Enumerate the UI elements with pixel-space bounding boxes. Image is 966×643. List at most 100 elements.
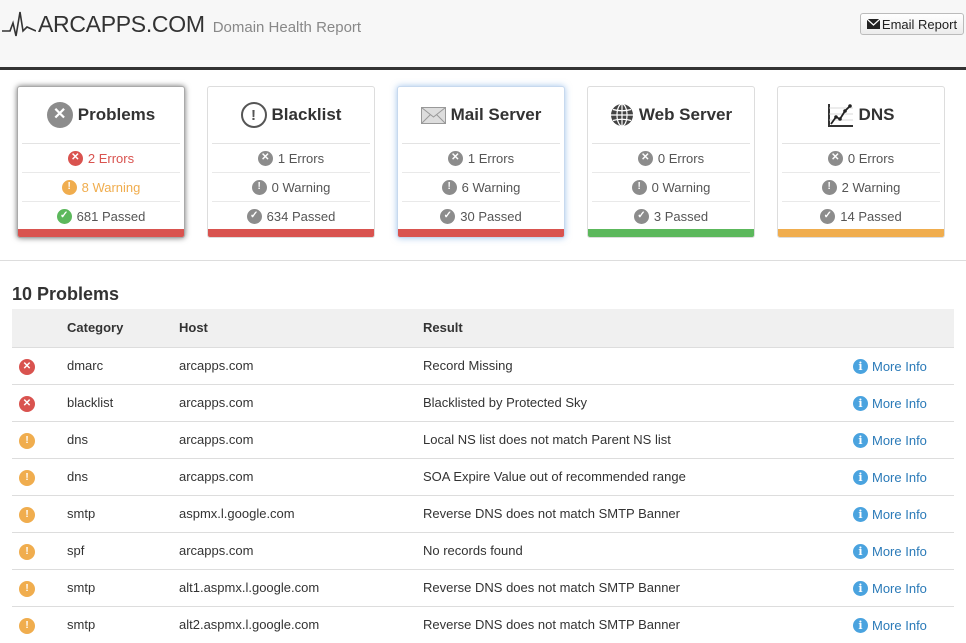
result-cell: Reverse DNS does not match SMTP Banner <box>423 568 853 606</box>
result-cell: No records found <box>423 531 853 569</box>
stat-passed: ✓ 14 Passed <box>782 202 940 231</box>
stat-passed-label: 14 Passed <box>840 208 902 224</box>
exclamation-circle-icon: ! <box>240 102 267 128</box>
host-cell: arcapps.com <box>179 346 423 384</box>
card-blacklist[interactable]: ! Blacklist ✕ 1 Errors ! 0 Warning ✓ 634… <box>207 86 375 238</box>
globe-icon <box>610 103 633 127</box>
action-cell: i More Info <box>853 605 954 643</box>
more-info-link[interactable]: i More Info <box>853 432 927 448</box>
table-row: ✕ blacklist arcapps.com Blacklisted by Prot… <box>12 383 954 421</box>
card-title: ✕ Problems <box>22 87 180 144</box>
host-cell: alt1.aspmx.l.google.com <box>179 568 423 606</box>
column-header-actions <box>853 309 954 347</box>
exclamation-circle-icon: ! <box>821 179 837 195</box>
stat-passed-label: 30 Passed <box>460 208 522 224</box>
result-cell: Record Missing <box>423 346 853 384</box>
result-cell: Local NS list does not match Parent NS l… <box>423 420 853 458</box>
envelope-icon <box>866 19 880 29</box>
card-web-server[interactable]: Web Server ✕ 0 Errors ! 0 Warning ✓ 3 Pa… <box>587 86 755 238</box>
table-row: ✕ dmarc arcapps.com Record Missing i More Inf… <box>12 346 954 384</box>
stat-errors: ✕ 1 Errors <box>402 144 560 173</box>
stat-warnings-label: 6 Warning <box>461 179 521 195</box>
email-report-button[interactable]: Email Report <box>860 13 964 35</box>
x-circle-icon: ✕ <box>67 150 83 166</box>
x-circle-icon: ✕ <box>19 358 35 375</box>
category-cell: smtp <box>67 494 179 532</box>
table-row: ! smtp alt2.aspmx.l.google.com Reverse DNS … <box>12 605 954 643</box>
stat-passed: ✓ 634 Passed <box>212 202 370 231</box>
brand-name: ARCAPPS.COM <box>38 10 205 37</box>
stat-passed: ✓ 3 Passed <box>592 202 750 231</box>
logo: ARCAPPS.COM Domain Health Report <box>2 6 361 42</box>
status-cell: ! <box>12 605 67 643</box>
category-cell: smtp <box>67 568 179 606</box>
stat-errors: ✕ 1 Errors <box>212 144 370 173</box>
card-title-label: Blacklist <box>271 105 342 124</box>
more-info-label: More Info <box>872 395 927 411</box>
result-cell: Reverse DNS does not match SMTP Banner <box>423 605 853 643</box>
card-title: ! Blacklist <box>212 87 370 144</box>
stat-warnings-label: 8 Warning <box>81 179 141 195</box>
exclamation-circle-icon: ! <box>61 179 77 195</box>
card-dns[interactable]: DNS ✕ 0 Errors ! 2 Warning ✓ 14 Passed <box>777 86 945 238</box>
exclamation-circle-icon: ! <box>19 617 35 634</box>
column-header-category[interactable]: Category <box>67 309 179 347</box>
page-header: ARCAPPS.COM Domain Health Report Email R… <box>0 0 966 70</box>
status-cell: ✕ <box>12 383 67 421</box>
more-info-label: More Info <box>872 580 927 596</box>
more-info-link[interactable]: i More Info <box>853 469 927 485</box>
exclamation-circle-icon: ! <box>19 506 35 523</box>
info-icon: i <box>853 469 868 485</box>
stat-warnings: ! 0 Warning <box>592 173 750 202</box>
more-info-link[interactable]: i More Info <box>853 617 927 633</box>
info-icon: i <box>853 506 868 522</box>
category-cell: dns <box>67 420 179 458</box>
stat-passed-label: 681 Passed <box>76 208 146 224</box>
card-title: Mail Server <box>402 87 560 144</box>
stat-errors: ✕ 2 Errors <box>22 144 180 173</box>
more-info-label: More Info <box>872 469 927 485</box>
more-info-link[interactable]: i More Info <box>853 580 927 596</box>
card-title: Web Server <box>592 87 750 144</box>
category-cell: blacklist <box>67 383 179 421</box>
card-title-label: Problems <box>77 105 156 124</box>
check-circle-icon: ✓ <box>440 208 456 224</box>
card-mail-server[interactable]: Mail Server ✕ 1 Errors ! 6 Warning ✓ 30 … <box>397 86 565 238</box>
card-title-label: DNS <box>858 105 895 124</box>
stat-errors: ✕ 0 Errors <box>592 144 750 173</box>
more-info-label: More Info <box>872 432 927 448</box>
more-info-label: More Info <box>872 506 927 522</box>
card-problems[interactable]: ✕ Problems ✕ 2 Errors ! 8 Warning ✓ 681 … <box>17 86 185 238</box>
more-info-label: More Info <box>872 617 927 633</box>
stat-warnings: ! 6 Warning <box>402 173 560 202</box>
category-cell: dns <box>67 457 179 495</box>
info-icon: i <box>853 580 868 596</box>
x-circle-icon: ✕ <box>46 102 73 128</box>
stat-warnings: ! 2 Warning <box>782 173 940 202</box>
more-info-link[interactable]: i More Info <box>853 358 927 374</box>
status-bar <box>778 229 944 237</box>
problems-table-body: ✕ dmarc arcapps.com Record Missing i More Inf… <box>12 346 954 643</box>
more-info-link[interactable]: i More Info <box>853 543 927 559</box>
envelope-icon <box>420 106 446 124</box>
status-cell: ! <box>12 568 67 606</box>
more-info-link[interactable]: i More Info <box>853 395 927 411</box>
category-cell: spf <box>67 531 179 569</box>
host-cell: alt2.aspmx.l.google.com <box>179 605 423 643</box>
action-cell: i More Info <box>853 531 954 569</box>
status-cell: ! <box>12 457 67 495</box>
info-icon: i <box>853 395 868 411</box>
stat-errors: ✕ 0 Errors <box>782 144 940 173</box>
stat-warnings: ! 8 Warning <box>22 173 180 202</box>
column-header-host[interactable]: Host <box>179 309 423 347</box>
x-circle-icon: ✕ <box>637 150 653 166</box>
check-circle-icon: ✓ <box>820 208 836 224</box>
more-info-link[interactable]: i More Info <box>853 506 927 522</box>
column-header-result[interactable]: Result <box>423 309 853 347</box>
stat-passed-label: 3 Passed <box>653 208 709 224</box>
action-cell: i More Info <box>853 568 954 606</box>
result-cell: Reverse DNS does not match SMTP Banner <box>423 494 853 532</box>
host-cell: arcapps.com <box>179 420 423 458</box>
problems-table: Category Host Result ✕ dmarc arcapps.com Re… <box>12 309 954 643</box>
stat-errors-label: 2 Errors <box>87 150 135 166</box>
